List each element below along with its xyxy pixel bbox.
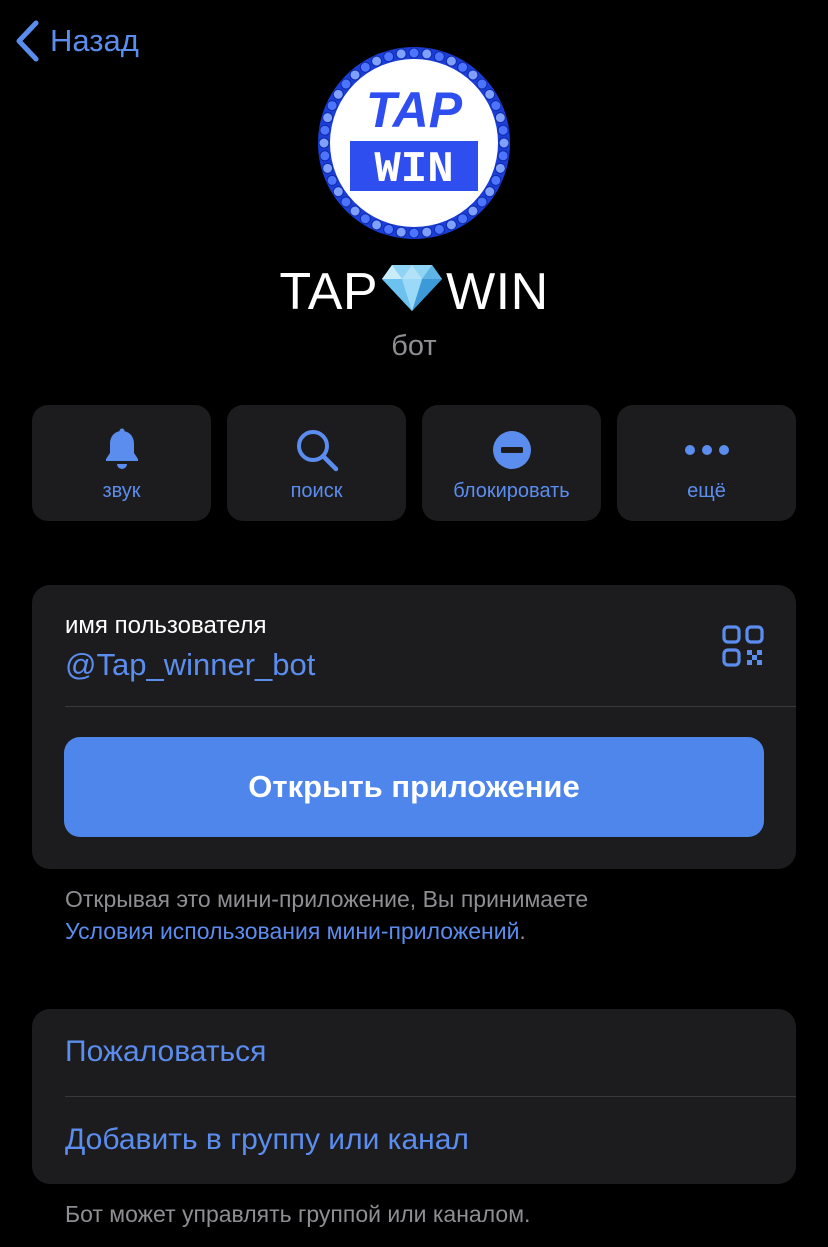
terms-text: Открывая это мини-приложение, Вы принима… xyxy=(65,886,589,912)
block-label: блокировать xyxy=(453,480,570,502)
bead xyxy=(433,51,445,63)
bot-subtitle: бот xyxy=(391,330,437,362)
bead xyxy=(445,219,457,231)
search-icon xyxy=(296,430,338,472)
bead xyxy=(322,112,334,124)
bead xyxy=(476,196,488,208)
actions-card: Пожаловаться Добавить в группу или канал xyxy=(32,1009,796,1184)
bead xyxy=(408,227,420,239)
divider xyxy=(65,1096,796,1097)
sound-label: звук xyxy=(102,480,141,502)
logo-text-bottom: WIN xyxy=(374,145,453,195)
tap-win-logo: TAP WIN xyxy=(318,47,510,239)
bead xyxy=(421,226,433,238)
bot-name-left: TAP xyxy=(279,263,379,321)
bead xyxy=(498,137,510,149)
terms-note: Открывая это мини-приложение, Вы принима… xyxy=(65,883,795,947)
logo-text-top: TAP xyxy=(366,82,463,138)
bead xyxy=(383,51,395,63)
bead xyxy=(467,69,479,81)
bead xyxy=(319,124,331,136)
bead xyxy=(445,55,457,67)
bot-name-right: WIN xyxy=(446,263,549,321)
bead xyxy=(319,150,331,162)
bead xyxy=(494,112,506,124)
more-button[interactable]: ещё xyxy=(617,405,796,521)
username-value[interactable]: @Tap_winner_bot xyxy=(65,647,315,683)
bead xyxy=(349,205,361,217)
bead xyxy=(484,186,496,198)
back-button[interactable]: Назад xyxy=(14,20,139,62)
bead xyxy=(371,55,383,67)
action-bar: звук поиск блокировать ещё xyxy=(32,405,796,521)
bead xyxy=(332,88,344,100)
bead xyxy=(383,223,395,235)
add-to-group-button[interactable]: Добавить в группу или канал xyxy=(65,1123,469,1157)
bead xyxy=(395,226,407,238)
bead xyxy=(395,48,407,60)
bead xyxy=(476,78,488,90)
bead xyxy=(318,137,330,149)
bead xyxy=(497,150,509,162)
search-label: поиск xyxy=(290,480,343,502)
bead xyxy=(326,174,338,186)
bot-avatar[interactable]: TAP WIN xyxy=(316,45,512,241)
bead xyxy=(349,69,361,81)
more-icon xyxy=(684,445,729,455)
bead xyxy=(408,47,420,59)
diamond-icon xyxy=(382,265,443,311)
bead xyxy=(371,219,383,231)
bot-name: TAP WIN xyxy=(0,262,828,322)
bead xyxy=(484,88,496,100)
open-app-button[interactable]: Открыть приложение xyxy=(64,737,764,837)
back-label: Назад xyxy=(50,23,139,58)
report-button[interactable]: Пожаловаться xyxy=(65,1035,266,1069)
search-button[interactable]: поиск xyxy=(227,405,406,521)
bead xyxy=(359,61,371,73)
bead xyxy=(497,124,509,136)
bead xyxy=(326,100,338,112)
bead xyxy=(494,162,506,174)
bead xyxy=(332,186,344,198)
terms-link[interactable]: Условия использования мини-приложений xyxy=(65,918,519,944)
chevron-left-icon xyxy=(16,20,39,62)
bead xyxy=(490,100,502,112)
bot-profile-screen: Назад TAP WIN TAP WIN бот звук поиск бло… xyxy=(0,0,828,1247)
username-card: имя пользователя @Tap_winner_bot Открыть… xyxy=(32,585,796,869)
sound-button[interactable]: звук xyxy=(32,405,211,521)
qr-code-icon[interactable] xyxy=(722,625,764,667)
bead xyxy=(322,162,334,174)
bell-icon xyxy=(105,428,138,469)
bead xyxy=(457,61,469,73)
bead xyxy=(490,174,502,186)
footer-note: Бот может управлять группой или каналом. xyxy=(65,1201,531,1227)
bead xyxy=(433,223,445,235)
block-button[interactable]: блокировать xyxy=(422,405,601,521)
terms-suffix: . xyxy=(519,918,526,944)
bead xyxy=(421,48,433,60)
bead xyxy=(359,213,371,225)
more-label: ещё xyxy=(687,480,726,502)
bead xyxy=(340,196,352,208)
bead xyxy=(340,78,352,90)
divider xyxy=(65,706,796,707)
username-label: имя пользователя xyxy=(65,612,267,639)
block-icon xyxy=(492,431,531,469)
bead xyxy=(457,213,469,225)
bead xyxy=(467,205,479,217)
